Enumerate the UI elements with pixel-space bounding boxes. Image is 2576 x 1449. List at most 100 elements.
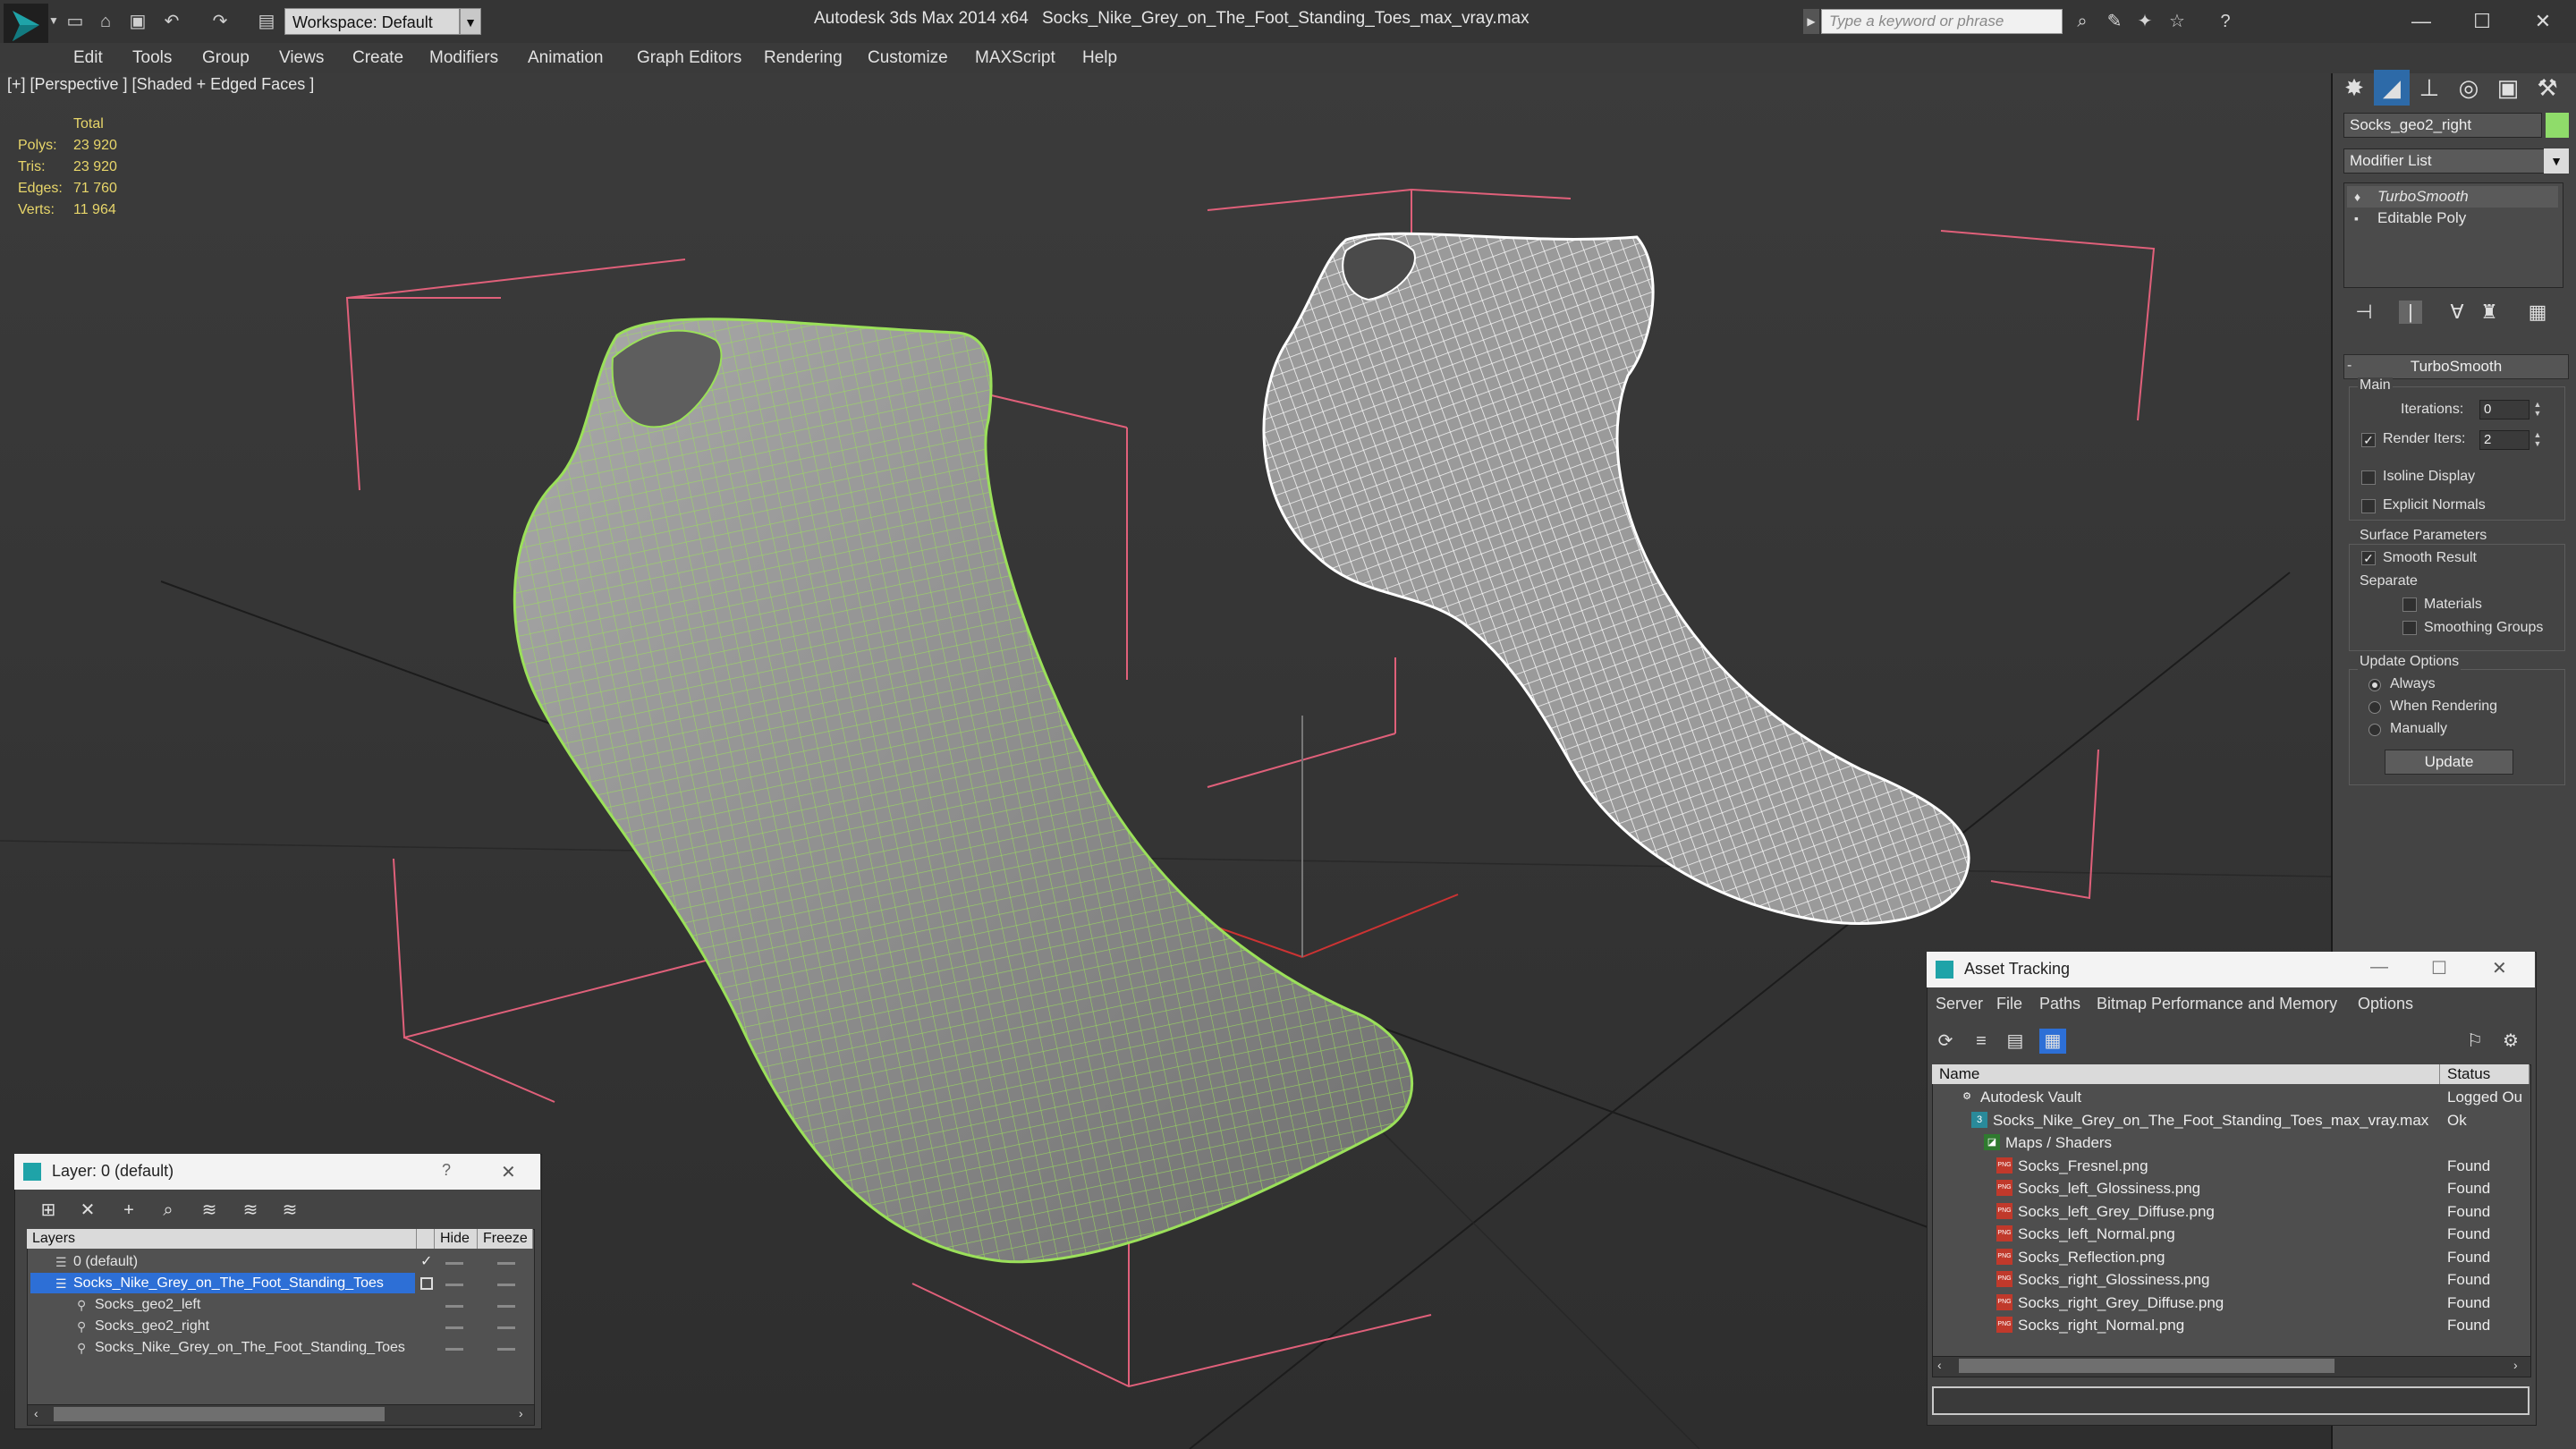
hide-toggle[interactable] <box>445 1262 463 1265</box>
render-iters-checkbox[interactable]: ✓ <box>2361 433 2376 447</box>
menu-edit[interactable]: Edit <box>73 43 103 73</box>
hierarchy-tab-icon[interactable]: ⊥ <box>2411 70 2447 106</box>
help-icon[interactable]: ? <box>2213 9 2238 34</box>
layer-col-hide[interactable]: Hide <box>435 1229 478 1249</box>
scroll-right-icon[interactable]: › <box>519 1406 523 1420</box>
menu-animation[interactable]: Animation <box>528 43 604 73</box>
freeze-toggle[interactable] <box>497 1305 515 1308</box>
menu-views[interactable]: Views <box>279 43 324 73</box>
hide-all-layers-icon[interactable]: ≋ <box>236 1199 265 1222</box>
update-button[interactable]: Update <box>2385 750 2513 775</box>
scroll-right-icon[interactable]: › <box>2513 1358 2518 1372</box>
vault-login-icon[interactable]: ⚐ <box>2462 1029 2488 1054</box>
binoculars-icon[interactable]: ⌕ <box>2070 9 2095 34</box>
new-file-icon[interactable]: ▭ <box>63 11 88 32</box>
viewport-label[interactable]: [+] [Perspective ] [Shaded + Edged Faces… <box>7 75 314 94</box>
asset-menu-bitmap-performance[interactable]: Bitmap Performance and Memory <box>2097 995 2337 1013</box>
menu-graph-editors[interactable]: Graph Editors <box>637 43 741 73</box>
radio-when-rendering[interactable] <box>2368 701 2381 714</box>
display-tab-icon[interactable]: ▣ <box>2490 70 2526 106</box>
layer-object-name[interactable]: Socks_geo2_left <box>95 1294 488 1315</box>
vault-options-icon[interactable]: ⚙ <box>2497 1029 2524 1054</box>
freeze-toggle[interactable] <box>497 1348 515 1351</box>
remove-modifier-icon[interactable]: ♜ <box>2478 301 2501 324</box>
minimize-button[interactable]: — <box>2390 4 2453 39</box>
hide-toggle[interactable] <box>445 1305 463 1308</box>
project-folder-icon[interactable]: ▤ <box>254 11 279 32</box>
menu-group[interactable]: Group <box>202 43 250 73</box>
communication-center-icon[interactable]: ✦ <box>2132 9 2157 34</box>
menu-maxscript[interactable]: MAXScript <box>975 43 1055 73</box>
asset-col-name[interactable]: Name <box>1932 1064 2440 1084</box>
hide-toggle[interactable] <box>445 1326 463 1329</box>
workspace-dropdown-arrow-icon[interactable]: ▼ <box>460 8 481 35</box>
freeze-toggle[interactable] <box>497 1284 515 1286</box>
smooth-result-checkbox[interactable]: ✓ <box>2361 551 2376 565</box>
tree-view-icon[interactable]: ▤ <box>2002 1029 2029 1054</box>
asset-menu-paths[interactable]: Paths <box>2039 995 2080 1013</box>
asset-close-button[interactable]: ✕ <box>2492 957 2507 979</box>
delete-layer-icon[interactable]: ✕ <box>73 1199 102 1222</box>
pin-stack-icon[interactable]: ⊣ <box>2352 301 2376 324</box>
menu-help[interactable]: Help <box>1082 43 1117 73</box>
close-window-button[interactable]: ✕ <box>2512 4 2574 39</box>
freeze-toggle[interactable] <box>497 1326 515 1329</box>
layer-help-button[interactable]: ? <box>442 1161 451 1180</box>
menu-customize[interactable]: Customize <box>868 43 948 73</box>
menu-tools[interactable]: Tools <box>132 43 172 73</box>
layer-col-layers[interactable]: Layers <box>27 1229 417 1249</box>
hide-toggle[interactable] <box>445 1348 463 1351</box>
favorites-star-icon[interactable]: ☆ <box>2165 9 2190 34</box>
iterations-spinner-icon[interactable]: ▲ ▼ <box>2531 400 2544 419</box>
asset-menu-file[interactable]: File <box>1996 995 2022 1013</box>
open-file-icon[interactable]: ⌂ <box>93 11 118 32</box>
list-view-icon[interactable]: ≡ <box>1968 1029 1995 1054</box>
object-color-swatch[interactable] <box>2546 113 2569 138</box>
materials-checkbox[interactable] <box>2402 597 2417 612</box>
utilities-tab-icon[interactable]: ⚒ <box>2529 70 2565 106</box>
turbosmooth-rollout-header[interactable]: TurboSmooth <box>2343 354 2569 379</box>
object-name-field[interactable]: Socks_geo2_right <box>2343 113 2542 138</box>
asset-maximize-button[interactable]: ☐ <box>2431 957 2447 979</box>
search-input[interactable]: Type a keyword or phrase <box>1821 9 2063 34</box>
highlight-layer-icon[interactable]: ≋ <box>195 1199 224 1222</box>
radio-always[interactable] <box>2368 679 2381 691</box>
select-in-layer-icon[interactable]: ⌕ <box>154 1199 182 1222</box>
modifier-list-arrow-icon[interactable]: ▼ <box>2544 148 2569 174</box>
create-tab-icon[interactable]: ✸ <box>2336 70 2372 106</box>
asset-menu-server[interactable]: Server <box>1936 995 1983 1013</box>
modifier-list-dropdown[interactable]: Modifier List <box>2343 148 2551 174</box>
current-layer-box-icon[interactable] <box>420 1277 433 1290</box>
motion-tab-icon[interactable]: ◎ <box>2451 70 2487 106</box>
current-layer-check-icon[interactable]: ✓ <box>420 1252 432 1270</box>
menu-rendering[interactable]: Rendering <box>764 43 843 73</box>
render-iters-spinner-icon[interactable]: ▲ ▼ <box>2531 430 2544 450</box>
table-view-icon[interactable]: ▦ <box>2039 1029 2066 1054</box>
show-end-result-icon[interactable]: | <box>2399 301 2422 324</box>
configure-sets-icon[interactable]: ▦ <box>2526 301 2549 324</box>
layer-row-name[interactable]: 0 (default) <box>73 1251 467 1272</box>
maximize-button[interactable]: ☐ <box>2451 4 2513 39</box>
layer-object-name[interactable]: Socks_Nike_Grey_on_The_Foot_Standing_Toe… <box>95 1337 488 1358</box>
asset-minimize-button[interactable]: — <box>2370 957 2388 978</box>
search-expand-icon[interactable]: ▶ <box>1803 9 1819 34</box>
layer-row-name[interactable]: Socks_Nike_Grey_on_The_Foot_Standing_Toe… <box>73 1273 467 1293</box>
modify-tab-icon[interactable]: ◢ <box>2374 70 2410 106</box>
make-unique-icon[interactable]: ∀ <box>2445 301 2469 324</box>
isoline-display-checkbox[interactable] <box>2361 470 2376 485</box>
explicit-normals-checkbox[interactable] <box>2361 499 2376 513</box>
layer-col-current[interactable] <box>417 1229 435 1249</box>
layer-close-button[interactable]: ✕ <box>501 1161 516 1183</box>
smoothing-groups-checkbox[interactable] <box>2402 621 2417 635</box>
radio-manually[interactable] <box>2368 724 2381 736</box>
asset-scroll-thumb[interactable] <box>1959 1359 2334 1373</box>
freeze-toggle[interactable] <box>497 1262 515 1265</box>
stack-item-editable-poly[interactable]: Editable Poly <box>2351 208 2556 229</box>
scroll-left-icon[interactable]: ‹ <box>1937 1358 1942 1372</box>
app-menu-arrow-icon[interactable]: ▼ <box>48 14 59 27</box>
rollout-collapse-icon[interactable]: - <box>2347 358 2351 374</box>
app-logo-icon[interactable] <box>4 4 48 48</box>
redo-icon[interactable]: ↷ <box>208 11 233 32</box>
render-iters-field[interactable]: 2 <box>2479 430 2529 450</box>
workspace-dropdown[interactable]: Workspace: Default <box>284 8 460 35</box>
